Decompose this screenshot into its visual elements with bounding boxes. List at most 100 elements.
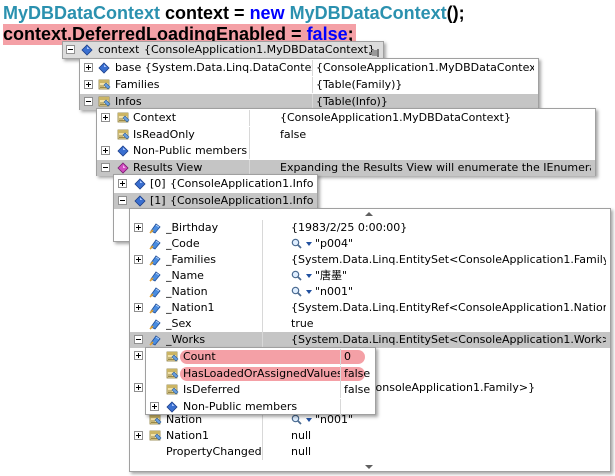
info-member-row[interactable]: _Families {System.Data.Linq.EntitySet<Con… — [130, 252, 610, 268]
member-value: 0 — [344, 350, 351, 363]
member-name: _Nation — [166, 285, 208, 298]
expand-icon[interactable] — [134, 303, 143, 312]
magnifier-icon[interactable] — [291, 286, 312, 298]
member-name: Count — [183, 350, 216, 363]
member-name: [1] — [150, 194, 166, 207]
variable-value: {ConsoleApplication1.MyDBDataContext} — [144, 43, 375, 56]
info-member-row[interactable]: _Name "唐墨" — [130, 268, 610, 284]
column-divider — [340, 365, 341, 382]
expand-icon[interactable] — [84, 63, 93, 72]
member-value — [344, 399, 371, 415]
column-divider — [312, 60, 313, 76]
property-icon — [149, 430, 162, 442]
expand-icon[interactable] — [84, 80, 93, 89]
expand-icon[interactable] — [134, 351, 143, 360]
collapse-icon[interactable] — [118, 196, 127, 205]
works-member-row[interactable]: IsDeferred false — [146, 382, 375, 398]
pin-icon[interactable] — [369, 46, 379, 57]
member-name: _Name — [166, 269, 204, 282]
context-member-row[interactable]: base {System.Data.Linq.DataContext} {Cons… — [80, 60, 538, 76]
member-name: Families — [115, 78, 160, 91]
column-divider — [262, 428, 263, 444]
collapse-icon[interactable] — [84, 97, 93, 106]
diamond-icon — [134, 195, 147, 207]
member-name: _Birthday — [166, 221, 219, 234]
column-divider — [262, 316, 263, 332]
code-keyword: new — [249, 3, 285, 23]
result-item-row[interactable]: [1] {ConsoleApplication1.Info} — [114, 193, 317, 209]
magnifier-icon[interactable] — [291, 270, 312, 282]
collapse-icon[interactable] — [101, 162, 110, 172]
field-icon — [149, 302, 162, 314]
expand-icon[interactable] — [150, 401, 159, 411]
datatip-info-members: _Birthday {1983/2/25 0:00:00} _Code "p004" _… — [129, 208, 611, 472]
info-member-row[interactable]: _Nation1 {System.Data.Linq.EntityRef<Cons… — [130, 300, 610, 316]
magnifier-icon[interactable] — [291, 414, 312, 426]
code-punct: (); — [446, 3, 465, 23]
scroll-down-icon[interactable] — [365, 465, 373, 469]
infos-member-row[interactable]: Non-Public members — [97, 143, 595, 159]
code-line-declaration: MyDBDataContext context = new MyDBDataCo… — [3, 3, 465, 24]
info-member-row[interactable]: _Works {System.Data.Linq.EntitySet<Consol… — [130, 332, 610, 348]
expand-icon[interactable] — [134, 223, 143, 232]
member-name: Non-Public members — [133, 144, 248, 157]
info-member-row[interactable]: _Code "p004" — [130, 236, 610, 252]
expand-icon[interactable] — [101, 113, 110, 122]
info-member-row[interactable]: PropertyChanged null — [130, 444, 610, 460]
column-divider — [340, 382, 341, 398]
expand-icon[interactable] — [101, 146, 110, 155]
column-divider — [262, 268, 263, 284]
diamond-icon — [166, 400, 179, 413]
collapse-icon[interactable] — [134, 335, 143, 344]
column-divider — [262, 300, 263, 316]
expand-icon[interactable] — [134, 383, 143, 392]
column-divider — [340, 349, 341, 365]
results-icon — [117, 161, 130, 174]
datatip-root: context {ConsoleApplication1.MyDBDataCont… — [62, 41, 384, 59]
member-value: {Table(Family)} — [316, 78, 403, 91]
context-member-row[interactable]: Families {Table(Family)} — [80, 77, 538, 93]
infos-member-row[interactable]: IsReadOnly false — [97, 126, 595, 143]
field-icon — [149, 318, 162, 330]
scroll-up-icon[interactable] — [365, 212, 373, 216]
column-divider — [262, 284, 263, 300]
variable-name: context — [98, 43, 140, 56]
root-variable-row[interactable]: context {ConsoleApplication1.MyDBDataCont… — [63, 42, 383, 58]
member-value: {System.Data.Linq.EntitySet<ConsoleAppli… — [291, 253, 606, 266]
member-value: null — [291, 445, 312, 458]
diamond-icon — [98, 62, 111, 74]
works-member-row[interactable]: Count 0 — [146, 349, 375, 365]
datatip-infos-members: Context {ConsoleApplication1.MyDBDataCont… — [96, 108, 596, 176]
member-name: Non-Public members — [183, 399, 298, 413]
expand-icon[interactable] — [134, 431, 143, 440]
collapse-icon[interactable] — [66, 45, 75, 54]
infos-member-row[interactable]: Context {ConsoleApplication1.MyDBDataCont… — [97, 110, 595, 126]
result-item-row[interactable]: [0] {ConsoleApplication1.Info} — [114, 176, 317, 192]
column-divider — [249, 143, 250, 159]
member-value: "p004" — [315, 237, 354, 250]
property-icon — [166, 368, 179, 380]
info-member-row[interactable]: _Nation "n001" — [130, 284, 610, 300]
info-member-row[interactable]: _Birthday {1983/2/25 0:00:00} — [130, 220, 610, 236]
expand-icon[interactable] — [118, 179, 127, 188]
member-name: _Sex — [166, 317, 192, 330]
property-icon — [98, 96, 111, 108]
works-member-row[interactable]: Non-Public members — [146, 398, 375, 415]
code-type: MyDBDataContext — [3, 3, 161, 23]
column-divider — [312, 77, 313, 93]
member-value: null — [291, 429, 312, 442]
code-variable: context = — [160, 3, 250, 23]
column-divider — [262, 444, 263, 460]
member-value: {ConsoleApplication1.MyDBDataContext} — [280, 111, 511, 124]
field-icon — [149, 254, 162, 266]
magnifier-icon[interactable] — [291, 238, 312, 250]
property-icon — [98, 79, 111, 91]
field-icon — [149, 222, 162, 234]
expand-icon[interactable] — [134, 255, 143, 264]
info-member-row[interactable]: _Sex true — [130, 316, 610, 332]
field-icon — [149, 238, 162, 250]
property-icon — [166, 351, 179, 363]
works-member-row[interactable]: HasLoadedOrAssignedValues false — [146, 365, 375, 382]
member-name: _Families — [166, 253, 216, 266]
info-member-row[interactable]: Nation1 null — [130, 428, 610, 444]
